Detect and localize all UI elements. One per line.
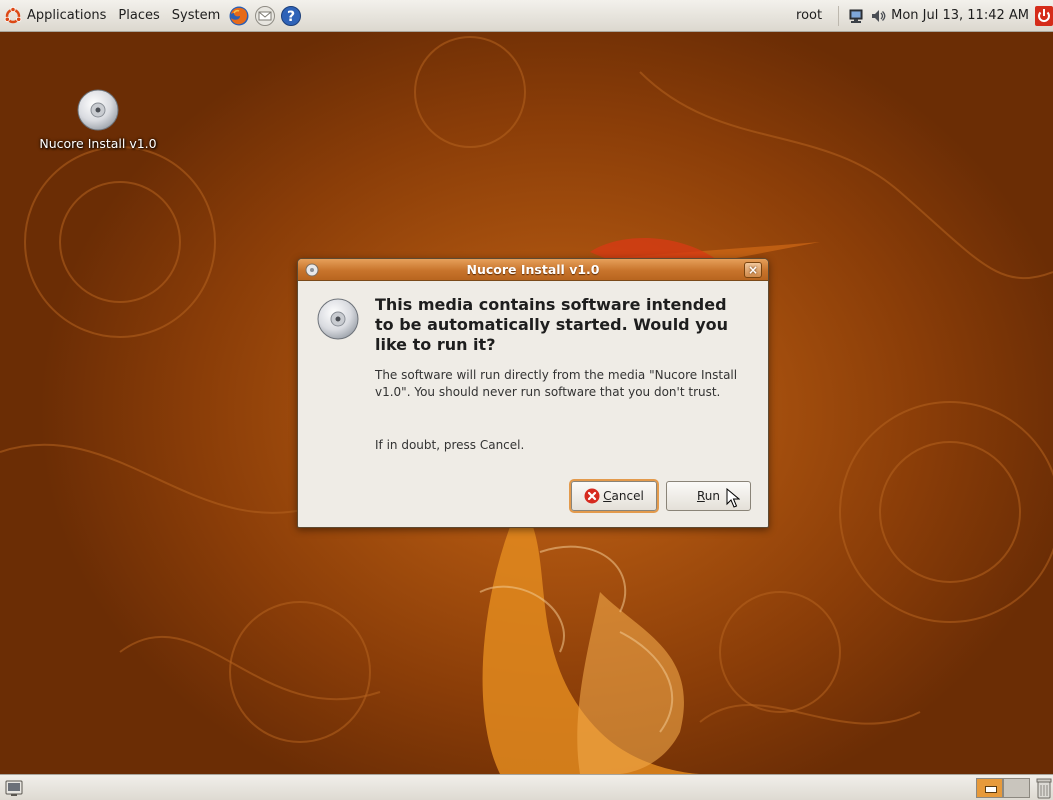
panel-right-area: root Mon Jul 13, 11:42 AM [786, 0, 1053, 31]
dialog-heading: This media contains software intended to… [375, 295, 729, 354]
run-button-label: Run [696, 489, 721, 503]
svg-text:?: ? [287, 9, 295, 25]
user-name[interactable]: root [786, 8, 832, 23]
cd-icon [77, 89, 119, 131]
dialog-titlebar[interactable]: Nucore Install v1.0 × [298, 259, 768, 281]
volume-icon[interactable] [870, 8, 886, 24]
menu-applications-label: Applications [27, 8, 107, 23]
firefox-icon[interactable] [228, 5, 250, 27]
menu-system-label: System [171, 8, 221, 23]
cancel-button-label: Cancel [603, 489, 644, 503]
menu-applications[interactable]: Applications [0, 0, 112, 31]
dialog-title: Nucore Install v1.0 [466, 262, 600, 277]
autorun-dialog: Nucore Install v1.0 × This media contain… [297, 258, 769, 528]
clock[interactable]: Mon Jul 13, 11:42 AM [889, 8, 1033, 23]
dialog-hint-text: If in doubt, press Cancel. [375, 438, 525, 452]
network-icon[interactable] [848, 8, 864, 24]
cancel-icon [584, 488, 600, 504]
cd-icon [317, 298, 359, 340]
panel-menu-bar: Applications Places System ? [0, 0, 304, 31]
help-icon[interactable]: ? [280, 5, 302, 27]
menu-places-label: Places [118, 8, 160, 23]
desktop-icon-nucore-install[interactable]: Nucore Install v1.0 [28, 88, 168, 151]
desktop-icon-label: Nucore Install v1.0 [39, 136, 157, 151]
menu-system[interactable]: System [166, 0, 226, 31]
workspace-switcher[interactable] [976, 778, 1030, 798]
panel-separator [838, 5, 840, 26]
workspace-1[interactable] [976, 778, 1003, 798]
cancel-button[interactable]: Cancel [571, 481, 657, 511]
close-button[interactable]: × [744, 262, 762, 278]
ubuntu-logo-icon [4, 6, 22, 23]
menu-places[interactable]: Places [112, 0, 165, 31]
power-icon[interactable] [1035, 5, 1053, 26]
close-icon: × [747, 263, 759, 277]
mouse-cursor-icon [726, 488, 740, 508]
trash-icon[interactable] [1036, 777, 1052, 799]
top-panel: Applications Places System ? root Mon Ju… [0, 0, 1053, 32]
workspace-2[interactable] [1003, 778, 1030, 798]
mail-icon[interactable] [254, 5, 276, 27]
dialog-body-text: The software will run directly from the … [375, 368, 738, 399]
bottom-panel [0, 774, 1053, 800]
show-desktop-icon[interactable] [5, 779, 23, 797]
